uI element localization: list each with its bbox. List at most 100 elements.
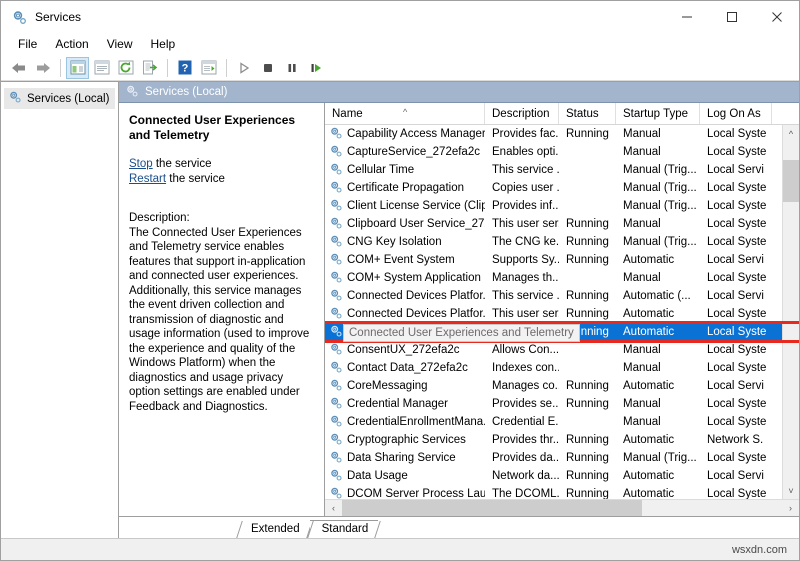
arrow-right-icon[interactable] bbox=[31, 57, 54, 79]
row-cell-status: Running bbox=[559, 380, 616, 392]
row-cell-log-on-as: Local Servi bbox=[700, 164, 772, 176]
table-row[interactable]: Certificate PropagationCopies user ...Ma… bbox=[325, 179, 782, 197]
table-row[interactable]: Contact Data_272efa2cIndexes con...Manua… bbox=[325, 359, 782, 377]
stop-square-icon[interactable] bbox=[256, 57, 279, 79]
services-gear-icon bbox=[329, 342, 343, 359]
services-gear-icon bbox=[329, 216, 343, 233]
menu-item-file[interactable]: File bbox=[9, 35, 46, 53]
table-row[interactable]: Clipboard User Service_272e...This user … bbox=[325, 215, 782, 233]
console-tree-pane: Services (Local) bbox=[1, 82, 119, 538]
row-cell-name-label: Certificate Propagation bbox=[347, 182, 464, 194]
column-header-description[interactable]: Description bbox=[485, 103, 559, 124]
row-cell-description: Allows Con... bbox=[485, 344, 559, 356]
table-row[interactable]: Data Sharing ServiceProvides da...Runnin… bbox=[325, 449, 782, 467]
services-gear-icon bbox=[329, 126, 343, 143]
table-row[interactable]: Connected Devices Platfor...This service… bbox=[325, 287, 782, 305]
console-tree-icon[interactable] bbox=[66, 57, 89, 79]
row-cell-name: Client License Service (ClipS... bbox=[325, 198, 485, 215]
services-gear-icon bbox=[329, 288, 343, 305]
pause-icon[interactable] bbox=[280, 57, 303, 79]
play-icon[interactable] bbox=[232, 57, 255, 79]
vertical-scroll-track[interactable] bbox=[783, 142, 799, 482]
title-bar: Services bbox=[1, 1, 799, 33]
action-pane-icon[interactable] bbox=[197, 57, 220, 79]
table-row[interactable]: Capability Access Manager ...Provides fa… bbox=[325, 125, 782, 143]
table-row[interactable]: CoreMessagingManages co...RunningAutomat… bbox=[325, 377, 782, 395]
table-row[interactable]: COM+ System ApplicationManages th...Manu… bbox=[325, 269, 782, 287]
column-header-startup-type-label: Startup Type bbox=[623, 108, 688, 120]
properties-window-icon[interactable] bbox=[90, 57, 113, 79]
row-cell-status: Running bbox=[559, 470, 616, 482]
table-row[interactable]: COM+ Event SystemSupports Sy...RunningAu… bbox=[325, 251, 782, 269]
row-cell-name-label: Cellular Time bbox=[347, 164, 414, 176]
tree-node-services-local[interactable]: Services (Local) bbox=[4, 88, 115, 109]
services-gear-icon bbox=[329, 468, 343, 485]
minimize-icon[interactable] bbox=[664, 2, 709, 33]
row-cell-name-label: Credential Manager bbox=[347, 398, 448, 410]
row-cell-description: Manages th... bbox=[485, 272, 559, 284]
tab-extended[interactable]: Extended bbox=[239, 521, 310, 538]
horizontal-scrollbar[interactable]: ‹ › bbox=[325, 499, 799, 516]
services-gear-icon bbox=[329, 432, 343, 449]
horizontal-scroll-thumb[interactable] bbox=[342, 500, 642, 516]
row-cell-log-on-as: Local Syste bbox=[700, 218, 772, 230]
close-icon[interactable] bbox=[754, 2, 799, 33]
column-header-log-on-as-label: Log On As bbox=[707, 108, 761, 120]
restart-icon[interactable] bbox=[304, 57, 327, 79]
restart-service-link[interactable]: Restart bbox=[129, 173, 166, 185]
tab-standard[interactable]: Standard bbox=[310, 520, 379, 538]
tab-extended-label: Extended bbox=[251, 523, 300, 535]
row-cell-name-label: Data Usage bbox=[347, 470, 408, 482]
scroll-up-icon[interactable]: ^ bbox=[783, 125, 799, 142]
vertical-scrollbar[interactable]: ^ ˅ bbox=[782, 125, 799, 499]
stop-service-link[interactable]: Stop bbox=[129, 158, 153, 170]
row-cell-description: Provides da... bbox=[485, 452, 559, 464]
scroll-down-icon[interactable]: ˅ bbox=[783, 482, 799, 499]
refresh-icon[interactable] bbox=[114, 57, 137, 79]
column-header-status[interactable]: Status bbox=[559, 103, 616, 124]
row-cell-description: Enables opti... bbox=[485, 146, 559, 158]
help-question-icon[interactable]: ? bbox=[173, 57, 196, 79]
list-column-headers: Name ^ Description Status Startup Type bbox=[325, 103, 799, 125]
column-header-log-on-as[interactable]: Log On As bbox=[700, 103, 772, 124]
sort-ascending-icon: ^ bbox=[403, 107, 407, 117]
menu-item-view[interactable]: View bbox=[98, 35, 142, 53]
table-row[interactable]: Credential ManagerProvides se...RunningM… bbox=[325, 395, 782, 413]
scroll-left-icon[interactable]: ‹ bbox=[325, 500, 342, 516]
table-row[interactable]: CaptureService_272efa2cEnables opti...Ma… bbox=[325, 143, 782, 161]
menu-item-help[interactable]: Help bbox=[142, 35, 185, 53]
table-row[interactable]: DCOM Server Process Laun...The DCOML...R… bbox=[325, 485, 782, 499]
row-cell-name: Capability Access Manager ... bbox=[325, 126, 485, 143]
row-cell-name: ConsentUX_272efa2c bbox=[325, 342, 485, 359]
row-cell-startup-type: Manual bbox=[616, 146, 700, 158]
arrow-left-icon[interactable] bbox=[7, 57, 30, 79]
horizontal-scroll-track[interactable] bbox=[342, 500, 782, 516]
vertical-scroll-thumb[interactable] bbox=[783, 160, 799, 202]
row-cell-name: Contact Data_272efa2c bbox=[325, 360, 485, 377]
row-cell-startup-type: Manual bbox=[616, 398, 700, 410]
content-header-label: Services (Local) bbox=[145, 86, 227, 98]
column-header-startup-type[interactable]: Startup Type bbox=[616, 103, 700, 124]
export-list-icon[interactable] bbox=[138, 57, 161, 79]
service-name-tooltip: Connected User Experiences and Telemetry bbox=[343, 324, 580, 342]
table-row[interactable]: Cryptographic ServicesProvides thr...Run… bbox=[325, 431, 782, 449]
services-gear-icon bbox=[11, 9, 27, 25]
row-cell-description: Credential E... bbox=[485, 416, 559, 428]
column-header-name[interactable]: Name ^ bbox=[325, 103, 485, 124]
row-cell-name: Connected Devices Platfor... bbox=[325, 288, 485, 305]
table-row[interactable]: Data UsageNetwork da...RunningAutomaticL… bbox=[325, 467, 782, 485]
table-row[interactable]: CNG Key IsolationThe CNG ke...RunningMan… bbox=[325, 233, 782, 251]
row-cell-status: Running bbox=[559, 236, 616, 248]
table-row[interactable]: CredentialEnrollmentMana...Credential E.… bbox=[325, 413, 782, 431]
maximize-icon[interactable] bbox=[709, 2, 754, 33]
scroll-right-icon[interactable]: › bbox=[782, 500, 799, 516]
table-row[interactable]: Cellular TimeThis service ...Manual (Tri… bbox=[325, 161, 782, 179]
menu-item-action[interactable]: Action bbox=[46, 35, 97, 53]
table-row[interactable]: ConsentUX_272efa2cAllows Con...ManualLoc… bbox=[325, 341, 782, 359]
row-cell-startup-type: Manual (Trig... bbox=[616, 200, 700, 212]
view-tabs: Extended Standard bbox=[239, 520, 378, 538]
row-cell-name: Cellular Time bbox=[325, 162, 485, 179]
row-cell-status: Running bbox=[559, 128, 616, 140]
table-row[interactable]: Client License Service (ClipS...Provides… bbox=[325, 197, 782, 215]
table-row[interactable]: Connected Devices Platfor...This user se… bbox=[325, 305, 782, 323]
